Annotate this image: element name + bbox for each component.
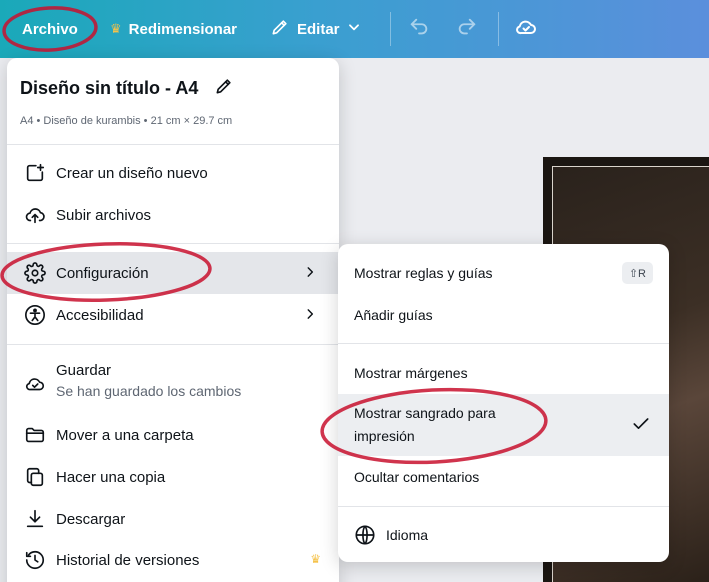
toolbar-separator: [498, 12, 499, 46]
download-label: Descargar: [56, 510, 126, 528]
cloud-check-icon: [23, 372, 47, 396]
settings-item[interactable]: Configuración: [7, 252, 339, 294]
show-bleed-label: Mostrar sangrado para impresión: [354, 402, 496, 448]
crown-icon: ♛: [110, 21, 122, 36]
cloud-upload-icon: [23, 203, 47, 227]
create-new-design-item[interactable]: Crear un diseño nuevo: [7, 152, 339, 194]
make-copy-item[interactable]: Hacer una copia: [7, 456, 339, 498]
pencil-icon[interactable]: [214, 76, 234, 101]
chevron-down-icon: [347, 20, 361, 38]
cloud-save-button[interactable]: [514, 14, 538, 44]
copy-icon: [23, 465, 47, 489]
show-bleed-item[interactable]: Mostrar sangrado para impresión: [338, 394, 669, 456]
accessibility-item[interactable]: Accesibilidad: [7, 294, 339, 336]
file-menu: Diseño sin título - A4 A4 • Diseño de ku…: [7, 58, 339, 582]
download-item[interactable]: Descargar: [7, 498, 339, 540]
upload-files-item[interactable]: Subir archivos: [7, 194, 339, 236]
show-bleed-label-line1: Mostrar sangrado para: [354, 405, 496, 421]
language-label: Idioma: [386, 527, 429, 543]
save-item[interactable]: Guardar Se han guardado los cambios: [7, 356, 339, 406]
version-history-label: Historial de versiones: [56, 551, 200, 569]
chevron-right-icon: [303, 307, 317, 325]
file-menu-button[interactable]: Archivo: [22, 14, 78, 44]
add-guides-label: Añadir guías: [354, 307, 433, 323]
menu-divider: [7, 144, 339, 145]
show-margins-label: Mostrar márgenes: [354, 365, 468, 381]
save-status-text: Se han guardado los cambios: [56, 383, 242, 399]
upload-files-label: Subir archivos: [56, 206, 152, 224]
redo-button[interactable]: [456, 14, 478, 44]
undo-icon: [408, 16, 430, 42]
history-icon: [23, 548, 47, 572]
show-rulers-label: Mostrar reglas y guías: [354, 265, 493, 281]
resize-label: Redimensionar: [128, 20, 238, 38]
folder-icon: [23, 423, 47, 447]
show-bleed-label-line2: impresión: [354, 428, 415, 444]
chevron-right-icon: [303, 265, 317, 283]
design-details: A4 • Diseño de kurambis • 21 cm × 29.7 c…: [20, 115, 233, 127]
top-toolbar: Archivo ♛ Redimensionar Editar: [0, 0, 709, 58]
toolbar-separator: [390, 12, 391, 46]
undo-button[interactable]: [408, 14, 430, 44]
shortcut-badge: ⇧R: [621, 262, 653, 284]
save-label: Guardar: [56, 362, 112, 379]
language-item[interactable]: Idioma: [338, 514, 669, 556]
move-to-folder-item[interactable]: Mover a una carpeta: [7, 414, 339, 456]
add-guides-item[interactable]: Añadir guías: [338, 294, 669, 336]
hide-comments-label: Ocultar comentarios: [354, 469, 480, 485]
create-new-design-label: Crear un diseño nuevo: [56, 164, 208, 182]
version-history-item[interactable]: Historial de versiones ♛: [7, 539, 339, 581]
globe-icon: [354, 524, 376, 546]
download-icon: [23, 507, 47, 531]
pencil-icon: [270, 17, 290, 41]
menu-divider: [338, 343, 669, 344]
cloud-check-icon: [514, 15, 538, 43]
accessibility-label: Accesibilidad: [56, 306, 144, 324]
menu-divider: [7, 243, 339, 244]
redo-icon: [456, 16, 478, 42]
design-title-text: Diseño sin título - A4: [20, 78, 199, 98]
menu-divider: [338, 506, 669, 507]
file-menu-label: Archivo: [22, 20, 78, 38]
show-rulers-item[interactable]: Mostrar reglas y guías ⇧R: [338, 252, 669, 294]
edit-button[interactable]: Editar: [270, 14, 361, 44]
make-copy-label: Hacer una copia: [56, 468, 166, 486]
hide-comments-item[interactable]: Ocultar comentarios: [338, 456, 669, 498]
move-to-folder-label: Mover a una carpeta: [56, 426, 194, 444]
settings-label: Configuración: [56, 264, 149, 282]
design-title[interactable]: Diseño sin título - A4: [20, 76, 234, 101]
show-margins-item[interactable]: Mostrar márgenes: [338, 352, 669, 394]
accessibility-icon: [23, 303, 47, 327]
edit-label: Editar: [297, 20, 340, 38]
crown-icon: ♛: [310, 552, 321, 566]
gear-icon: [23, 261, 47, 285]
menu-divider: [7, 344, 339, 345]
settings-submenu: Mostrar reglas y guías ⇧R Añadir guías M…: [338, 244, 669, 562]
resize-button[interactable]: ♛ Redimensionar: [110, 14, 237, 44]
checkmark-icon: [631, 414, 651, 437]
add-file-icon: [23, 161, 47, 185]
